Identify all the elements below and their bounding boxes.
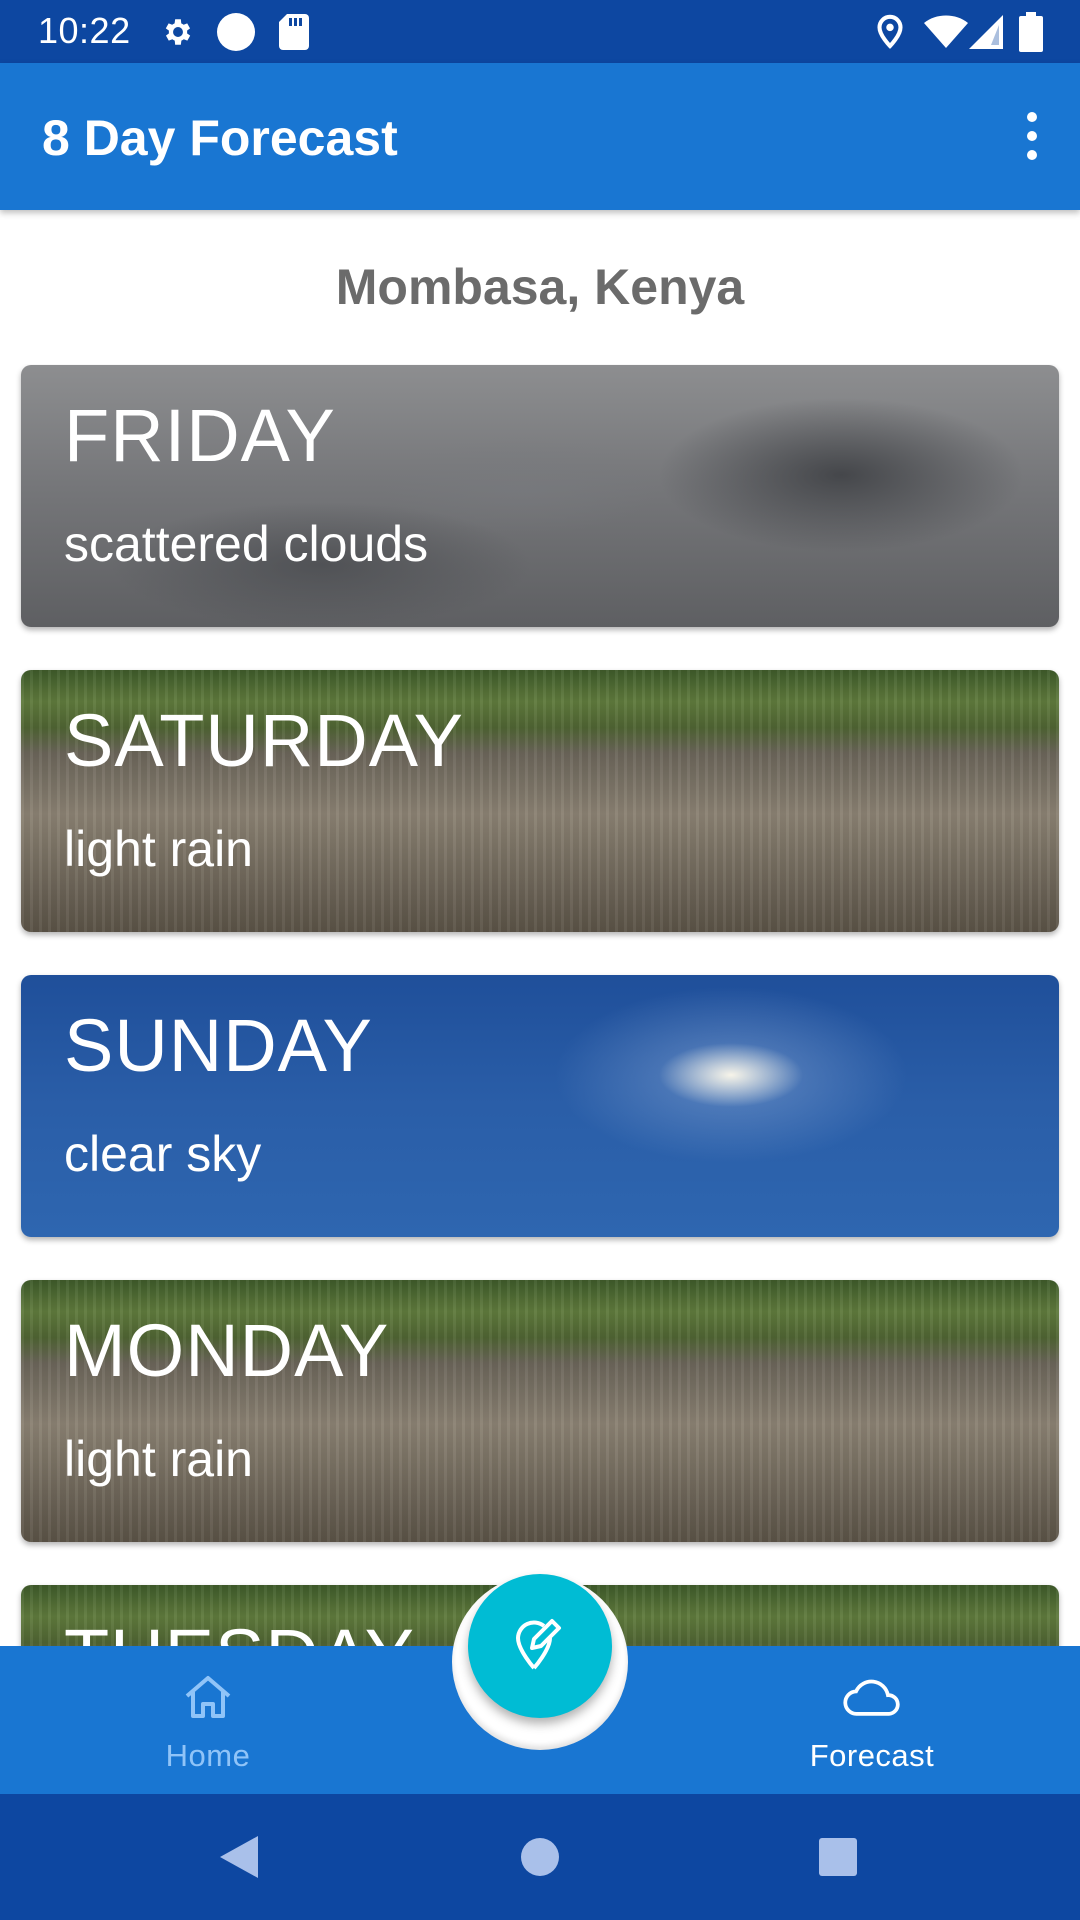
- location-icon: [872, 0, 908, 63]
- forecast-day: MONDAY: [64, 1309, 390, 1392]
- nav-item-forecast[interactable]: Forecast: [742, 1646, 1002, 1794]
- edit-location-icon: [512, 1614, 568, 1679]
- forecast-card-saturday[interactable]: SATURDAY light rain: [21, 670, 1059, 932]
- forecast-description: light rain: [64, 1431, 253, 1487]
- forecast-day: TUESDAY: [64, 1613, 415, 1646]
- location-title: Mombasa, Kenya: [335, 259, 745, 315]
- home-icon: [178, 1672, 238, 1722]
- app-bar: 8 Day Forecast: [0, 63, 1080, 210]
- more-vert-icon[interactable]: [1012, 101, 1052, 171]
- forecast-list[interactable]: FRIDAY scattered clouds SATURDAY light r…: [0, 364, 1080, 1646]
- nav-item-home[interactable]: Home: [78, 1646, 338, 1794]
- forecast-card-friday[interactable]: FRIDAY scattered clouds: [21, 365, 1059, 627]
- forecast-day: FRIDAY: [64, 394, 336, 477]
- nav-label-forecast: Forecast: [809, 1738, 935, 1773]
- status-time: 10:22: [38, 10, 131, 51]
- forecast-card-sunday[interactable]: SUNDAY clear sky: [21, 975, 1059, 1237]
- cloud-icon: [842, 1672, 902, 1722]
- nav-label-home: Home: [165, 1738, 251, 1773]
- forecast-description: light rain: [64, 821, 253, 877]
- sd-card-icon: [276, 0, 312, 63]
- back-icon[interactable]: [212, 1830, 266, 1884]
- system-navigation: [0, 1794, 1080, 1920]
- forecast-description: clear sky: [64, 1126, 262, 1182]
- edit-location-fab[interactable]: [468, 1574, 612, 1718]
- battery-icon: [1016, 0, 1046, 63]
- wifi-icon: [922, 0, 970, 63]
- home-circle-icon[interactable]: [513, 1830, 567, 1884]
- forecast-description: scattered clouds: [64, 516, 429, 572]
- app-title: 8 Day Forecast: [42, 110, 398, 166]
- status-bar: 10:22: [0, 0, 1080, 63]
- forecast-card-monday[interactable]: MONDAY light rain: [21, 1280, 1059, 1542]
- signal-icon: [968, 0, 1004, 63]
- forecast-day: SATURDAY: [64, 699, 464, 782]
- settings-icon: [158, 0, 198, 63]
- forecast-day: SUNDAY: [64, 1004, 373, 1087]
- recents-icon[interactable]: [811, 1830, 865, 1884]
- circle-icon: [214, 0, 258, 63]
